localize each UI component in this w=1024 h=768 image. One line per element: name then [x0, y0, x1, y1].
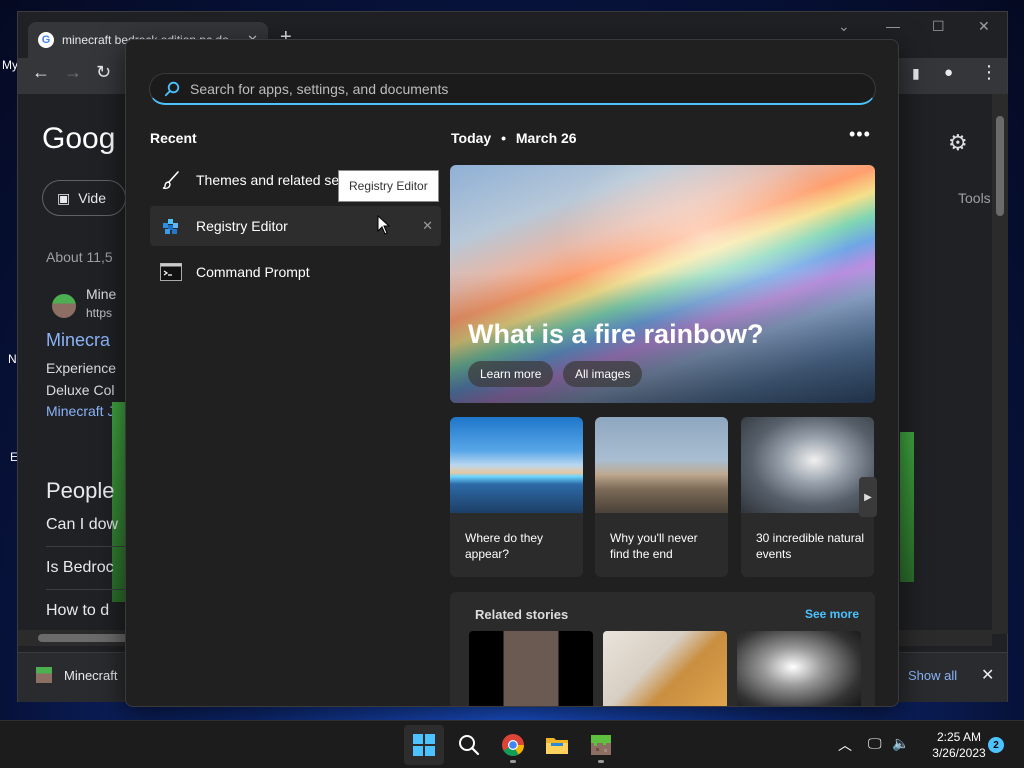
taskbar-chrome[interactable] [493, 725, 533, 765]
profile-icon[interactable]: ● [944, 64, 953, 81]
card-caption: 30 incredible natural events [756, 531, 865, 561]
taskbar-clock[interactable]: 2:25 AM 3/26/2023 [920, 729, 998, 761]
search-flyout: Recent Themes and related settings Regis… [125, 39, 899, 707]
remove-recent-icon[interactable]: ✕ [422, 218, 433, 234]
mouse-cursor-icon [377, 215, 391, 235]
card-caption: Where do they appear? [465, 531, 544, 561]
google-logo[interactable]: Goog [42, 122, 115, 156]
video-icon: ▣ [57, 189, 71, 206]
taskbar-minecraft[interactable] [581, 725, 621, 765]
vertical-scrollbar[interactable] [992, 94, 1008, 634]
today-heading: Today • March 26 [451, 130, 577, 146]
card-image [595, 417, 728, 513]
maximize-icon[interactable]: ☐ [932, 18, 945, 35]
learn-more-button[interactable]: Learn more [468, 361, 554, 387]
search-box[interactable] [149, 73, 876, 105]
minecraft-icon [36, 667, 52, 683]
show-hidden-icons-icon[interactable]: ︿ [838, 735, 852, 755]
close-window-icon[interactable]: ✕ [978, 18, 990, 35]
recent-item-registry-editor[interactable]: Registry Editor ✕ [150, 206, 441, 246]
start-button[interactable] [404, 725, 444, 765]
volume-icon[interactable]: 🔈 [892, 735, 909, 752]
sub-link[interactable]: Minecraft J [46, 403, 114, 419]
see-more-link[interactable]: See more [805, 607, 859, 621]
desktop-icon-label[interactable]: N [8, 352, 17, 366]
site-url: https [86, 306, 113, 320]
recent-heading: Recent [150, 130, 197, 146]
today-label: Today [451, 130, 492, 146]
windows-logo-icon [413, 734, 435, 756]
show-all-button[interactable]: Show all [908, 668, 957, 683]
reload-icon[interactable]: ↻ [96, 62, 111, 83]
site-favicon-icon [52, 294, 76, 318]
more-options-icon[interactable]: ••• [849, 124, 871, 145]
chrome-icon [502, 734, 524, 756]
question-item[interactable]: Is Bedroc [46, 559, 114, 577]
menu-icon[interactable]: ⋮ [980, 62, 998, 83]
result-snippet: Deluxe Col [46, 382, 115, 398]
site-name: Mine [86, 286, 117, 302]
download-filename: Minecraft [64, 667, 118, 683]
search-icon [459, 735, 480, 756]
minecraft-artwork [900, 432, 914, 582]
recent-item-command-prompt[interactable]: Command Prompt [150, 252, 441, 292]
forward-icon[interactable]: → [64, 62, 82, 83]
sidepanel-icon[interactable]: ▮ [912, 65, 920, 82]
recent-item-label: Registry Editor [196, 218, 288, 234]
card-image [741, 417, 874, 513]
related-story-thumbnail[interactable] [469, 631, 593, 706]
back-icon[interactable]: ← [32, 62, 50, 83]
taskbar: ︿ 🖵 🔈 2:25 AM 3/26/2023 2 [0, 720, 1024, 768]
hero-title: What is a fire rainbow? [468, 319, 764, 349]
notification-count-badge[interactable]: 2 [988, 737, 1004, 753]
settings-gear-icon[interactable]: ⚙ [948, 130, 968, 156]
separator: • [501, 130, 506, 146]
tooltip: Registry Editor [338, 170, 439, 202]
minecraft-icon [591, 735, 611, 755]
videos-filter-chip[interactable]: ▣ Vide [42, 180, 126, 216]
clock-time: 2:25 AM [936, 730, 982, 744]
question-item[interactable]: Can I dow [46, 516, 118, 534]
chip-label: Vide [78, 190, 107, 206]
hero-card[interactable]: What is a fire rainbow? Learn more All i… [450, 165, 875, 403]
result-count: About 11,5 [46, 249, 113, 265]
question-item[interactable]: How to d [46, 602, 109, 620]
taskbar-search-button[interactable] [449, 725, 489, 765]
all-images-button[interactable]: All images [563, 361, 643, 387]
command-prompt-icon [160, 261, 182, 283]
result-snippet: Experience [46, 360, 117, 376]
clock-date: 3/26/2023 [932, 746, 986, 760]
next-cards-icon[interactable]: ▶ [859, 477, 877, 517]
search-input[interactable] [190, 80, 875, 97]
related-stories-heading: Related stories [475, 607, 569, 622]
close-download-bar-icon[interactable]: ✕ [981, 665, 994, 685]
recent-item-label: Command Prompt [196, 264, 310, 280]
tools-button[interactable]: Tools [958, 190, 991, 206]
brush-icon [160, 169, 182, 191]
taskbar-file-explorer[interactable] [537, 725, 577, 765]
tab-search-icon[interactable]: ⌄ [838, 18, 850, 35]
folder-icon [546, 738, 568, 754]
related-stories: Related stories See more [450, 592, 875, 706]
related-story-thumbnail[interactable] [603, 631, 727, 706]
search-icon [164, 81, 180, 96]
network-icon[interactable]: 🖵 [868, 735, 882, 752]
card-image [450, 417, 583, 513]
desktop-icon-label[interactable]: My [2, 58, 18, 72]
result-title-link[interactable]: Minecra [46, 330, 110, 351]
google-favicon-icon: G [38, 32, 54, 48]
registry-editor-icon [160, 215, 182, 237]
people-also-ask-heading: People [46, 478, 115, 503]
story-card[interactable]: Where do they appear? [450, 417, 583, 577]
story-card[interactable]: Why you'll never find the end [595, 417, 728, 577]
today-date: March 26 [515, 130, 577, 146]
card-caption: Why you'll never find the end [610, 531, 698, 561]
download-item[interactable]: Minecraft [36, 667, 117, 683]
story-card[interactable]: 30 incredible natural events [741, 417, 874, 577]
minimize-icon[interactable]: — [886, 18, 900, 34]
related-story-thumbnail[interactable] [737, 631, 861, 706]
